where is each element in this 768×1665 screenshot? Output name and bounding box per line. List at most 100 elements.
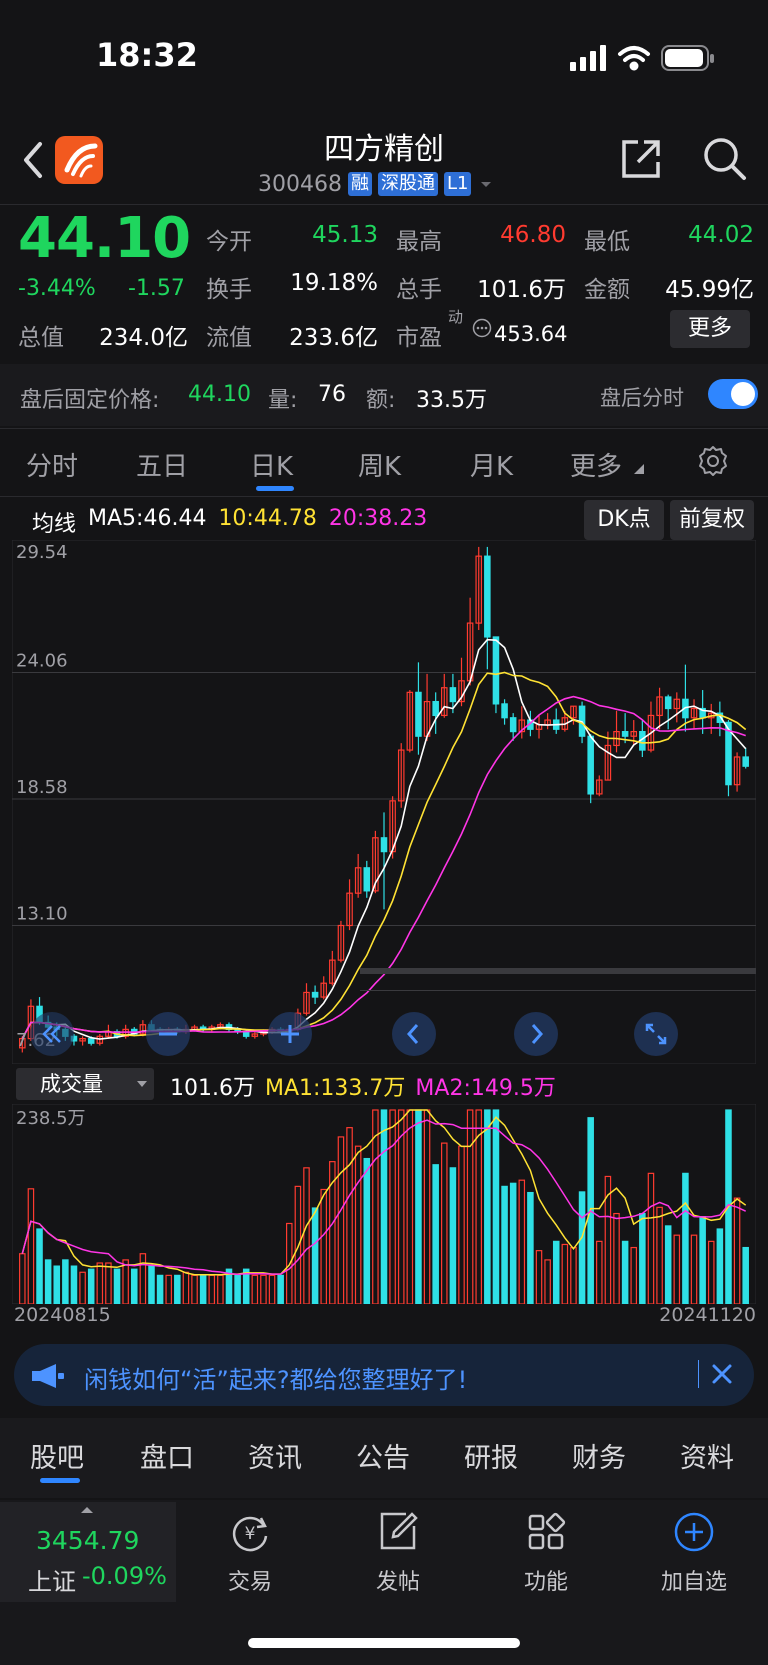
volume-bar [389,1109,396,1304]
section-tab-announcements[interactable]: 公告 [356,1436,410,1475]
volume-bar [53,1265,61,1304]
high-label: 最高 [396,229,442,255]
volume-bar [690,1234,698,1304]
open-label: 今开 [206,229,252,255]
index-ticker[interactable]: 3454.79 上证 -0.09% [0,1502,176,1602]
chart-fullscreen-icon[interactable] [634,1012,678,1056]
candle [311,991,319,998]
support-band [360,968,756,974]
dk-point-button[interactable]: DK点 [584,500,664,540]
indicator-selector[interactable]: 成交量 [16,1068,154,1100]
volume-bar [156,1274,164,1304]
volume-bar [699,1216,706,1304]
volume-bar [130,1268,138,1304]
tab-five-day[interactable]: 五日 [136,446,188,483]
wifi-icon [618,46,650,71]
chart-prev-icon[interactable] [392,1012,436,1056]
volume-bar [630,1246,638,1304]
section-tab-profile[interactable]: 资料 [680,1436,734,1475]
volume-bar [466,1109,474,1304]
volume-bar [716,1228,724,1304]
section-tab-forum[interactable]: 股吧 [30,1436,84,1475]
signal-icon [570,45,606,71]
volume-chart[interactable]: 238.5万 [12,1104,756,1304]
banner-text[interactable]: 闲钱如何“活”起来?都给您整理好了! [84,1360,467,1395]
volume-bar [578,1191,586,1304]
volume-bar [518,1179,526,1304]
price-adjust-button[interactable]: 前复权 [670,500,754,540]
volume-bar [415,1109,422,1304]
search-icon[interactable] [700,134,748,182]
volume-bar [484,1109,491,1304]
volume-bar [441,1142,448,1304]
volume-bar [346,1127,353,1304]
section-tab-news[interactable]: 资讯 [248,1436,302,1475]
after-hours-toggle-label: 盘后分时 [600,386,684,410]
candlestick-chart[interactable]: 29.5424.0618.5813.107.62 [12,540,756,1064]
volume-bar [139,1253,147,1304]
tab-daily-k[interactable]: 日K [250,446,293,483]
volume-bar [27,1188,35,1304]
volume-bar [458,1145,465,1304]
after-hours-amt: 33.5万 [416,388,487,413]
y-tick-label: 24.06 [16,651,68,672]
section-tab-orderbook[interactable]: 盘口 [140,1436,194,1475]
candle [664,696,672,710]
dropdown-icon [481,182,492,187]
volume-bar [62,1259,69,1304]
volume-bar [621,1240,629,1304]
tag-level: L1 [443,172,472,196]
more-info-icon[interactable] [472,318,492,338]
ah-divider [0,428,768,429]
nav-post[interactable]: 发帖 [338,1510,458,1596]
trade-icon: ¥ [232,1516,268,1552]
volume-bar [311,1207,319,1304]
more-button[interactable]: 更多 [670,310,750,348]
after-hours-toggle[interactable] [708,379,758,409]
after-hours-vol: 76 [318,382,346,407]
close-icon[interactable] [702,1354,742,1394]
nav-trade[interactable]: ¥ 交易 [190,1510,310,1596]
svg-text:¥: ¥ [245,1524,256,1544]
active-tab-indicator [256,486,294,491]
nav-post-label: 发帖 [375,1570,420,1595]
tab-more-periods[interactable]: 更多 [570,446,622,483]
volume-max-label: 238.5万 [16,1108,86,1129]
volume-bar [113,1268,121,1304]
index-value: 3454.79 [36,1526,140,1555]
candle [380,837,388,853]
high-value: 46.80 [500,222,566,248]
tab-weekly-k[interactable]: 周K [358,446,401,483]
chart-zoom-in-icon[interactable] [268,1012,312,1056]
section-tab-financials[interactable]: 财务 [572,1436,626,1475]
float-value: 233.6亿 [289,325,378,351]
dropdown-arrow-icon [137,1081,147,1087]
nav-add-watchlist[interactable]: 加自选 [634,1510,754,1596]
volume-bar [217,1274,224,1304]
float-label: 流值 [206,325,252,351]
section-tab-research[interactable]: 研报 [464,1436,518,1475]
stock-code-row[interactable]: 300468 融 深股通 L1 [258,170,495,198]
chart-zoom-out-icon[interactable] [146,1012,190,1056]
volume-bar [199,1274,207,1304]
volume-bar [303,1167,310,1304]
nav-functions-label: 功能 [523,1570,568,1595]
chart-rewind-icon[interactable] [30,1012,74,1056]
volume-bar [733,1197,741,1304]
support-line [360,990,756,991]
volume-bar [570,1246,577,1304]
share-icon[interactable] [618,136,664,182]
chart-next-icon[interactable] [514,1012,558,1056]
nav-functions[interactable]: 功能 [486,1510,606,1596]
settings-icon[interactable] [696,444,730,478]
status-time: 18:32 [96,36,198,74]
volume-bar [182,1271,190,1304]
tab-monthly-k[interactable]: 月K [470,446,513,483]
toggle-knob [731,382,755,406]
expand-up-icon [81,1507,93,1513]
volume-bar [742,1246,749,1304]
volume-bar [44,1259,52,1304]
tab-intraday[interactable]: 分时 [26,446,78,483]
candle [492,636,500,705]
candle [87,1038,95,1044]
